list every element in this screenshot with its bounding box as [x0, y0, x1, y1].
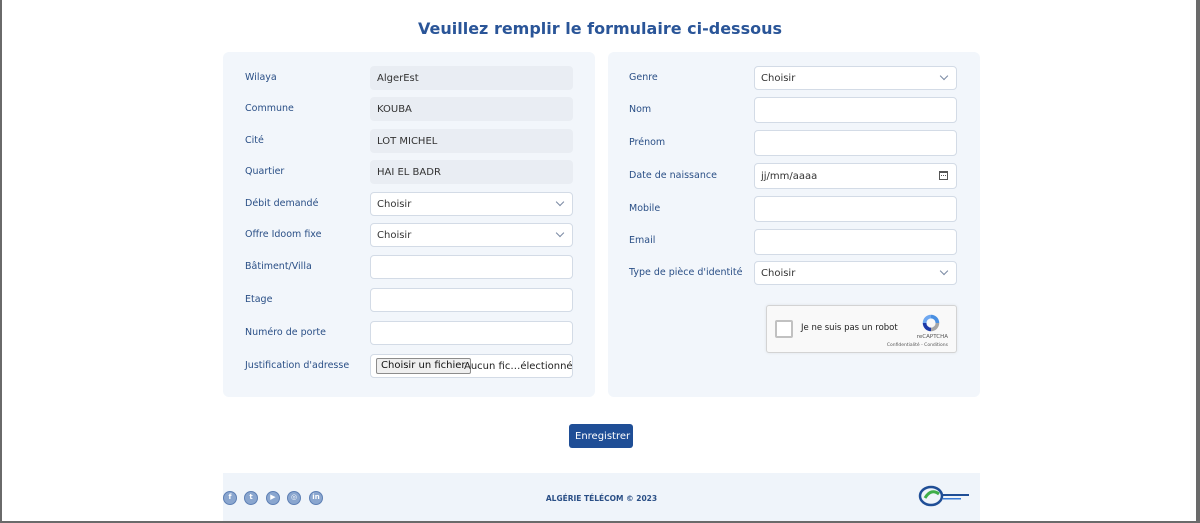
date-naissance-value: jj/mm/aaaa	[761, 171, 818, 182]
recaptcha-links[interactable]: Confidentialité - Conditions	[887, 343, 948, 348]
calendar-icon[interactable]	[939, 171, 948, 180]
debit-select[interactable]: Choisir	[370, 192, 573, 216]
chevron-down-icon	[939, 71, 949, 81]
chevron-down-icon	[555, 228, 565, 238]
piece-identite-select[interactable]: Choisir	[754, 261, 957, 285]
label-wilaya: Wilaya	[245, 72, 277, 83]
label-justification: Justification d'adresse	[245, 360, 350, 371]
email-input[interactable]	[754, 229, 957, 255]
wilaya-field: AlgerEst	[370, 66, 573, 90]
file-status-text: Aucun fic…électionné	[464, 361, 573, 372]
label-porte: Numéro de porte	[245, 327, 326, 338]
recaptcha-logo-icon	[922, 314, 940, 332]
label-nom: Nom	[629, 104, 652, 115]
date-naissance-input[interactable]: jj/mm/aaaa	[754, 163, 957, 189]
window-right-border	[1196, 0, 1200, 523]
recaptcha-checkbox[interactable]	[775, 320, 793, 338]
choose-file-button[interactable]: Choisir un fichier	[376, 358, 471, 374]
mobile-input[interactable]	[754, 196, 957, 222]
label-offre: Offre Idoom fixe	[245, 229, 322, 240]
footer: f t ▶ ◎ in ALGÉRIE TÉLÉCOM © 2023	[223, 473, 980, 521]
recaptcha-brand: reCAPTCHA	[916, 334, 948, 340]
save-button[interactable]: Enregistrer	[569, 424, 633, 448]
label-cite: Cité	[245, 135, 264, 146]
nom-input[interactable]	[754, 97, 957, 123]
label-prenom: Prénom	[629, 137, 666, 148]
label-genre: Genre	[629, 72, 658, 83]
chevron-down-icon	[555, 197, 565, 207]
recaptcha-widget: Je ne suis pas un robot reCAPTCHA Confid…	[766, 305, 957, 353]
label-email: Email	[629, 235, 656, 246]
justification-file-input: Choisir un fichier Aucun fic…électionné	[370, 354, 573, 378]
genre-select[interactable]: Choisir	[754, 66, 957, 90]
label-quartier: Quartier	[245, 166, 285, 177]
page-title: Veuillez remplir le formulaire ci-dessou…	[418, 19, 782, 38]
batiment-input[interactable]	[370, 255, 573, 279]
label-mobile: Mobile	[629, 203, 661, 214]
algerie-telecom-logo	[918, 485, 969, 507]
label-etage: Etage	[245, 294, 273, 305]
cite-field: LOT MICHEL	[370, 129, 573, 153]
recaptcha-label: Je ne suis pas un robot	[801, 323, 898, 333]
offre-select-value: Choisir	[377, 230, 412, 241]
label-commune: Commune	[245, 103, 294, 114]
debit-select-value: Choisir	[377, 199, 412, 210]
offre-select[interactable]: Choisir	[370, 223, 573, 247]
commune-field: KOUBA	[370, 97, 573, 121]
prenom-input[interactable]	[754, 130, 957, 156]
piece-identite-select-value: Choisir	[761, 268, 796, 279]
label-batiment: Bâtiment/Villa	[245, 261, 312, 272]
footer-copyright: ALGÉRIE TÉLÉCOM © 2023	[545, 494, 658, 503]
porte-input[interactable]	[370, 321, 573, 345]
window-left-border	[0, 0, 2, 523]
label-date-naissance: Date de naissance	[629, 170, 717, 181]
label-debit: Débit demandé	[245, 198, 319, 209]
etage-input[interactable]	[370, 288, 573, 312]
quartier-field: HAI EL BADR	[370, 160, 573, 184]
label-piece-identite: Type de pièce d'identité	[629, 267, 743, 278]
genre-select-value: Choisir	[761, 73, 796, 84]
chevron-down-icon	[939, 266, 949, 276]
